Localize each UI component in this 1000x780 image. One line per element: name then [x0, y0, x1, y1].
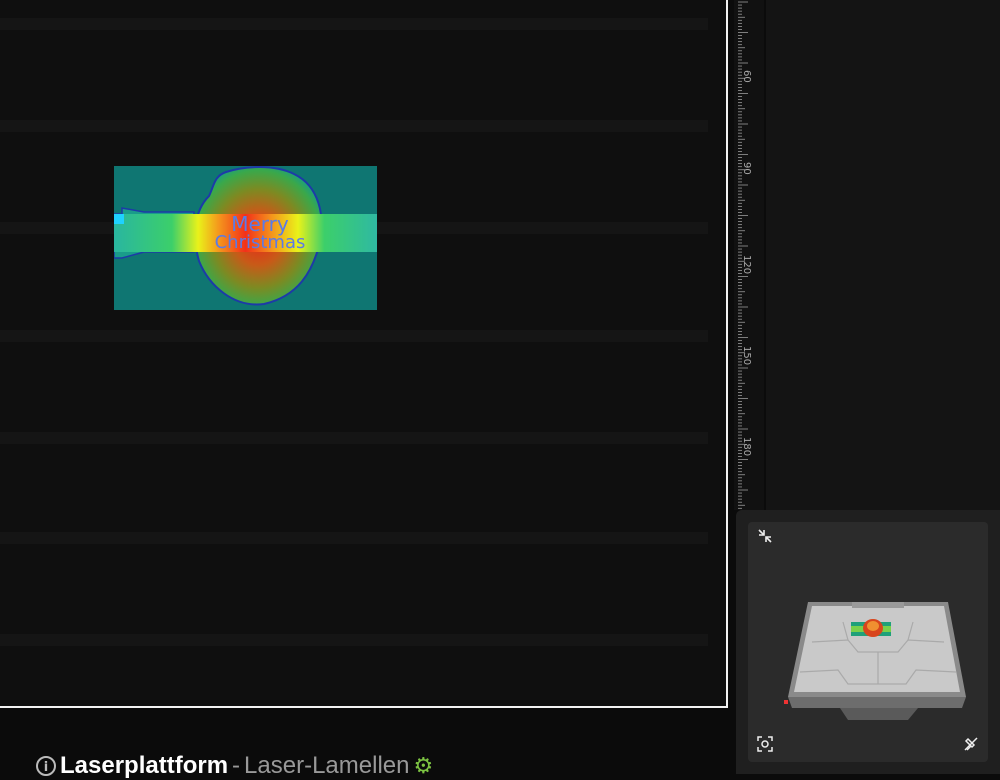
- 3d-preview-viewport[interactable]: [748, 522, 988, 762]
- focus-target-icon[interactable]: [756, 736, 774, 754]
- ruler-label: 180: [741, 437, 752, 457]
- pin-off-icon[interactable]: [962, 736, 980, 754]
- workspace-canvas[interactable]: Merry Christmas: [0, 0, 728, 708]
- info-icon[interactable]: i: [36, 756, 56, 776]
- laser-platform-3d-model: [784, 602, 966, 720]
- bed-stripe: [0, 18, 708, 30]
- right-panel: [766, 0, 1000, 510]
- bed-stripe: [0, 432, 708, 444]
- ruler-label: 90: [741, 162, 752, 175]
- ruler-label: 120: [741, 255, 752, 275]
- project-subtitle: Laser-Lamellen: [244, 752, 410, 779]
- heatmap-design[interactable]: Merry Christmas: [114, 166, 377, 310]
- collapse-arrows-icon[interactable]: [756, 528, 774, 546]
- bed-stripe: [0, 532, 708, 544]
- 3d-preview-panel: [736, 510, 1000, 774]
- ruler-label: 60: [741, 70, 752, 83]
- bed-stripe: [0, 120, 708, 132]
- project-title-separator: -: [232, 752, 241, 779]
- project-title: Laserplattform: [60, 752, 229, 779]
- gear-icon[interactable]: ⚙: [413, 754, 433, 779]
- project-title-row: i Laserplattform - Laser-Lamellen ⚙: [36, 752, 433, 779]
- bed-stripe: [0, 634, 708, 646]
- ruler-label: 150: [741, 346, 752, 366]
- bed-stripe: [0, 330, 708, 342]
- heatmap-text-christmas: Christmas: [215, 232, 306, 253]
